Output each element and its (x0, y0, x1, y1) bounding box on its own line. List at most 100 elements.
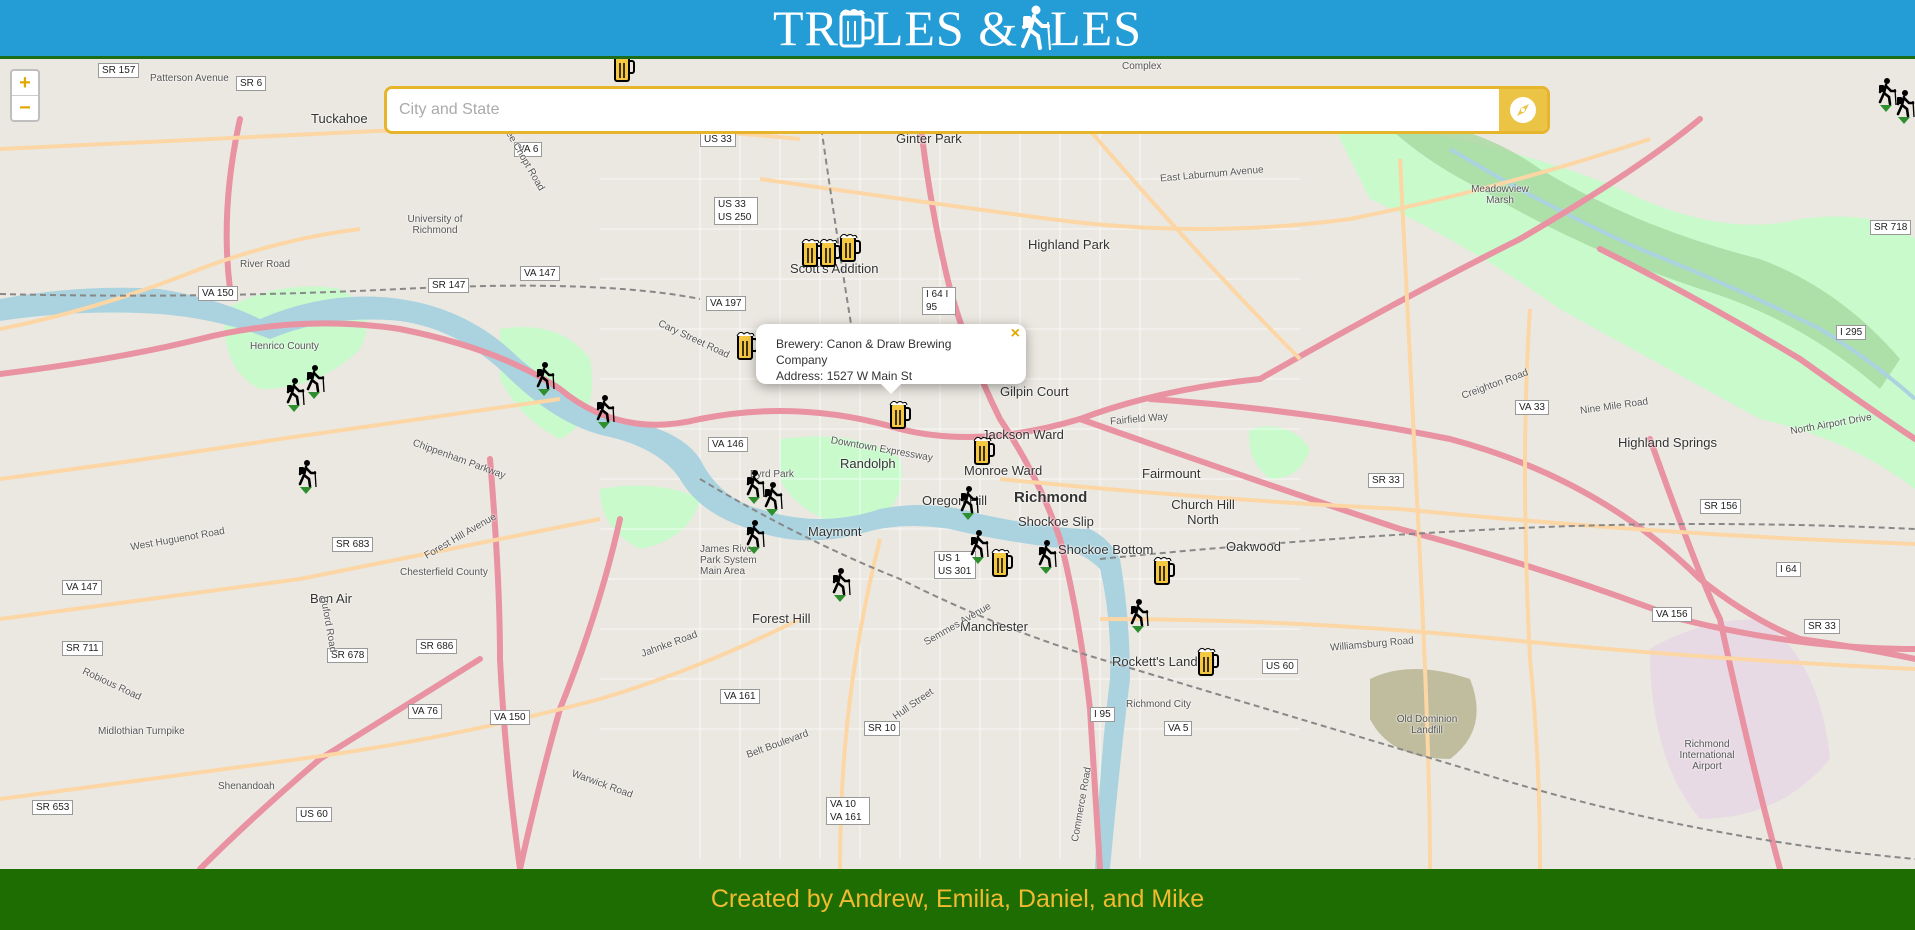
hiker-icon (298, 460, 317, 494)
brewery-popup: × Brewery: Canon & Draw Brewing Company … (756, 324, 1026, 394)
beer-mug-icon (1153, 556, 1175, 585)
hiker-icon (960, 486, 979, 520)
map-label-chesterfield-county: Chesterfield County (400, 567, 488, 578)
trail-marker[interactable] (742, 519, 766, 555)
site-logo: TR LES & LES (773, 3, 1142, 53)
road-label: River Road (240, 259, 291, 270)
hiker-icon (764, 482, 783, 516)
road-shield: VA 146 (708, 437, 748, 452)
trail-marker[interactable] (1126, 598, 1150, 634)
road-shield: VA 161 (720, 689, 760, 704)
beer-mug-icon (839, 233, 861, 262)
road-shield: I 64 I 95 (922, 287, 956, 315)
map-label-randolph: Randolph (840, 456, 896, 471)
map-label-richmond-city: Richmond City (1126, 699, 1192, 710)
road-shield: VA 150 (198, 286, 238, 301)
brewery-marker[interactable] (838, 231, 862, 267)
map-label-richmond-international-airport: Richmond International Airport (1679, 739, 1735, 772)
trail-marker[interactable] (302, 364, 326, 400)
trail-marker[interactable] (966, 529, 990, 565)
road-shield: SR 156 (1700, 499, 1742, 514)
map-label-maymont: Maymont (808, 524, 862, 539)
brewery-marker[interactable] (612, 59, 636, 87)
brewery-marker[interactable] (1152, 554, 1176, 590)
road-shield: VA 147 (62, 580, 102, 595)
trail-marker[interactable] (532, 361, 556, 397)
logo-text-part1: TR (772, 0, 839, 56)
road-shield: US 60 (296, 807, 332, 822)
road-shield: SR 686 (416, 639, 458, 654)
map-label-tuckahoe: Tuckahoe (311, 111, 368, 126)
hiker-icon (1038, 540, 1057, 574)
road-shield: SR 653 (32, 800, 74, 815)
map-label-university-of-richmond: University of Richmond (407, 214, 463, 236)
road-shield: US 33 (700, 132, 736, 147)
city-state-search-input[interactable] (387, 89, 1499, 131)
beer-mug-icon (614, 59, 635, 82)
footer-credits: Created by Andrew, Emilia, Daniel, and M… (710, 885, 1205, 913)
zoom-in-button[interactable]: + (12, 71, 38, 96)
map-label-highland-springs: Highland Springs (1618, 435, 1718, 450)
beer-mug-icon (973, 436, 995, 465)
site-footer: Created by Andrew, Emilia, Daniel, and M… (0, 869, 1915, 930)
road-shield: VA 76 (408, 704, 442, 719)
zoom-controls: + − (10, 69, 40, 122)
map-label-bon-air: Bon Air (310, 591, 352, 606)
map-label-henrico-county: Henrico County (250, 341, 319, 352)
location-search-bar (384, 86, 1550, 134)
map-label-fairmount: Fairmount (1142, 466, 1201, 481)
brewery-marker[interactable] (972, 434, 996, 470)
beer-mug-icon (1197, 647, 1219, 676)
brewery-marker[interactable] (888, 398, 912, 434)
brewery-marker[interactable] (1196, 645, 1220, 681)
road-shield: US 33 US 250 (714, 197, 758, 225)
hiker-icon (746, 520, 765, 554)
logo-text-part2: LES & (872, 0, 1019, 56)
logo-text-part3: LES (1050, 0, 1143, 56)
beer-mug-logo-icon (839, 9, 875, 48)
road-shield: VA 33 (1515, 400, 1549, 415)
trail-marker[interactable] (760, 481, 784, 517)
map-base-layer[interactable] (0, 59, 1915, 869)
road-shield: VA 156 (1652, 607, 1692, 622)
popup-close-button[interactable]: × (1011, 326, 1020, 342)
hiker-icon (536, 362, 555, 396)
hiker-icon (596, 395, 615, 429)
map-label-highland-park: Highland Park (1028, 237, 1110, 252)
hiker-icon (832, 568, 851, 602)
road-shield: VA 147 (520, 266, 560, 281)
trail-marker[interactable] (1892, 89, 1915, 125)
trail-marker[interactable] (956, 485, 980, 521)
map-label-oakwood: Oakwood (1226, 539, 1281, 554)
trail-marker[interactable] (828, 567, 852, 603)
hiker-icon (1130, 599, 1149, 633)
map-view[interactable]: Tuckahoe University of Richmond Ginter P… (0, 59, 1915, 869)
search-submit-button[interactable] (1499, 89, 1547, 131)
map-label-complex: Complex (1122, 61, 1162, 72)
map-label-forest-hill: Forest Hill (752, 611, 811, 626)
hiker-icon (970, 530, 989, 564)
road-shield: I 295 (1836, 325, 1867, 340)
road-shield: I 95 (1090, 707, 1115, 722)
road-shield: SR 147 (428, 278, 470, 293)
road-shield: VA 5 (1164, 721, 1193, 736)
road-shield: SR 157 (98, 63, 140, 78)
trail-marker[interactable] (294, 459, 318, 495)
road-shield: SR 683 (332, 537, 374, 552)
map-label-richmond: Richmond (1014, 489, 1088, 506)
map-label-church-hill-north: Church Hill North (1171, 497, 1235, 527)
beer-mug-icon (889, 400, 911, 429)
compass-icon (1510, 97, 1536, 123)
road-shield: SR 33 (1804, 619, 1840, 634)
road-shield: VA 150 (490, 710, 530, 725)
trail-marker[interactable] (592, 394, 616, 430)
brewery-marker[interactable] (990, 546, 1014, 582)
site-header: TR LES & LES (0, 0, 1915, 59)
beer-mug-icon (991, 548, 1013, 577)
road-label: Patterson Avenue (150, 73, 229, 84)
map-label-shockoe-slip: Shockoe Slip (1018, 514, 1094, 529)
trail-marker[interactable] (1034, 539, 1058, 575)
road-shield: SR 6 (236, 76, 267, 91)
popup-brewery-address: Address: 1527 W Main St (776, 369, 913, 383)
zoom-out-button[interactable]: − (12, 96, 38, 120)
